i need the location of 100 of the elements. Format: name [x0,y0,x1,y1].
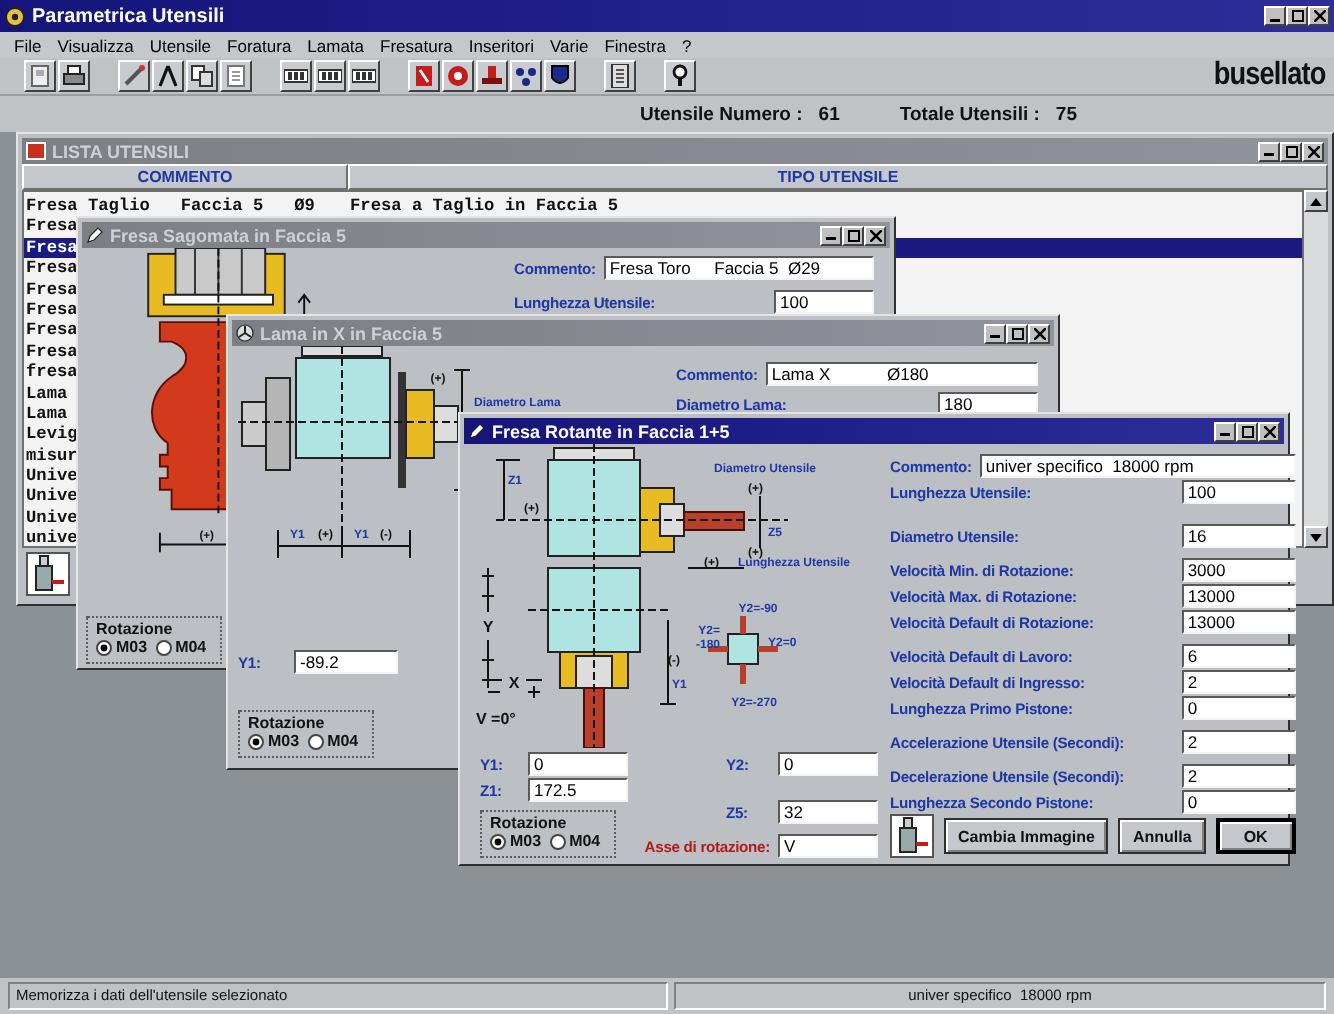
maximize-button[interactable] [1280,141,1302,161]
input-field[interactable]: 172.5 [528,778,628,802]
input-field[interactable]: 0 [1181,790,1296,814]
menu-item[interactable]: Foratura [219,35,300,55]
radio-button[interactable] [549,833,566,849]
toolbar-button[interactable] [186,60,218,92]
input-field[interactable]: 0 [778,752,878,776]
dialog-button[interactable]: Cambia Immagine [944,818,1109,854]
input-field[interactable]: 2 [1181,670,1296,694]
window-title: Lama in X in Faccia 5 [260,323,445,343]
input-field[interactable]: 100 [774,290,874,314]
input-field[interactable]: 2 [1181,730,1296,754]
menu-item[interactable]: Finestra [596,35,674,55]
list-text: Fresa [24,237,78,259]
radio-button[interactable] [490,833,506,849]
dialog-button[interactable]: OK [1215,818,1296,854]
input-field[interactable]: 32 [778,800,878,824]
input-field[interactable]: 13000 [1181,610,1296,634]
minimize-button[interactable] [1258,141,1280,161]
maximize-icon [1285,145,1297,157]
menu-item[interactable]: ? [673,35,700,55]
document-icon [224,64,248,88]
toolbar-button[interactable] [24,60,56,92]
input-field[interactable]: 16 [1181,524,1296,548]
toolbar-button[interactable] [348,60,380,92]
radio-label: M04 [327,732,359,750]
close-button[interactable] [1258,421,1280,441]
scrollbar[interactable] [1304,190,1328,548]
toolbar-button[interactable] [664,60,696,92]
column-header[interactable]: COMMENTO [22,164,348,190]
toolbar-button[interactable] [544,60,576,92]
close-button[interactable] [1302,141,1324,161]
menu-item[interactable]: File [6,35,50,55]
maximize-button[interactable] [1286,6,1308,26]
printer-icon [62,64,86,88]
input-field[interactable]: univer specifico 18000 rpm [979,454,1296,478]
scroll-up-button[interactable] [1304,190,1328,212]
minimize-button[interactable] [1264,6,1286,26]
input-field[interactable]: 6 [1181,644,1296,668]
scroll-down-button[interactable] [1304,526,1328,548]
input-field[interactable]: 2 [1181,764,1296,788]
input-field[interactable]: 0 [1181,696,1296,720]
toolbar-button[interactable] [314,60,346,92]
image-tile[interactable] [26,552,70,596]
input-field[interactable]: -89.2 [294,650,398,674]
wand-icon [122,64,146,88]
close-button[interactable] [1308,6,1330,26]
tool-icon [894,816,930,856]
maximize-button[interactable] [1236,421,1258,441]
minimize-button[interactable] [984,323,1006,343]
app-title: Parametrica Utensili [32,5,227,27]
menu-item[interactable]: Utensile [141,35,220,55]
bulb-icon [668,64,692,88]
close-icon [869,229,881,241]
strip-icon [318,64,342,88]
input-field[interactable]: 3000 [1181,558,1296,582]
pencil-icon [86,226,104,244]
up-arrow-icon [1310,197,1322,205]
radio-label: M04 [175,638,207,656]
toolbar-button[interactable] [476,60,508,92]
dialog-button[interactable]: Annulla [1118,818,1206,854]
column-header[interactable]: TIPO UTENSILE [348,164,1328,190]
menu-item[interactable]: Lamata [299,35,373,55]
radio-button[interactable] [248,733,264,749]
info-label: Totale Utensili : [899,103,1040,125]
radio-button[interactable] [155,639,172,655]
list-text: Fresa [24,279,78,300]
toolbar-button[interactable] [408,60,440,92]
toolbar-button[interactable] [220,60,252,92]
menu-item[interactable]: Inseritori [460,35,542,55]
list-row[interactable]: Fresa Taglio Faccia 5 Ø9 Fresa a Taglio in Faccia 5 [24,196,1302,217]
toolbar-button[interactable] [118,60,150,92]
toolbar-button[interactable] [510,60,542,92]
menu-item[interactable]: Visualizza [49,35,142,55]
image-tile[interactable] [890,814,934,858]
maximize-button[interactable] [842,225,864,245]
input-field[interactable]: 13000 [1181,584,1296,608]
toolbar-button[interactable] [442,60,474,92]
toolbar-button[interactable] [58,60,90,92]
close-button[interactable] [1028,323,1050,343]
fan-icon [236,324,254,342]
down-arrow-icon [1310,533,1322,541]
input-field[interactable]: Fresa Toro Faccia 5 Ø29 [603,256,874,280]
toolbar-button[interactable] [604,60,636,92]
toolbar-button[interactable] [280,60,312,92]
input-field[interactable]: V [778,834,878,858]
close-icon [1313,10,1325,22]
minimize-button[interactable] [1214,421,1236,441]
input-field[interactable]: Lama X Ø180 [765,362,1038,386]
radio-button[interactable] [307,733,324,749]
maximize-button[interactable] [1006,323,1028,343]
close-button[interactable] [864,225,886,245]
radio-button[interactable] [96,639,112,655]
menu-item[interactable]: Fresatura [372,35,461,55]
input-field[interactable]: 100 [1181,480,1296,504]
copy-icon [190,64,214,88]
minimize-button[interactable] [820,225,842,245]
input-field[interactable]: 0 [528,752,628,776]
toolbar-button[interactable] [152,60,184,92]
menu-item[interactable]: Varie [542,35,597,55]
